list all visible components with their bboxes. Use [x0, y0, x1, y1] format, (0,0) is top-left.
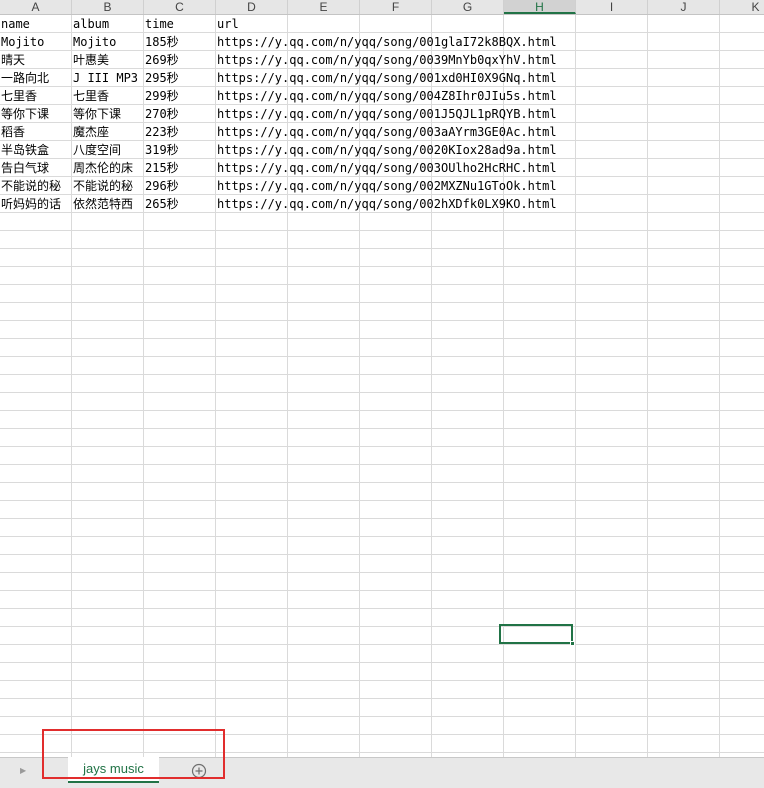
- cell-a2[interactable]: Mojito: [0, 33, 72, 51]
- cell-a10[interactable]: 不能说的秘: [0, 177, 72, 195]
- column-header-a[interactable]: A: [0, 0, 72, 14]
- column-header-h[interactable]: H: [504, 0, 576, 14]
- cell-b6[interactable]: 等你下课: [72, 105, 144, 123]
- column-header-c[interactable]: C: [144, 0, 216, 14]
- cell-c10[interactable]: 296秒: [144, 177, 216, 195]
- column-header-b[interactable]: B: [72, 0, 144, 14]
- cell-c11[interactable]: 265秒: [144, 195, 216, 213]
- column-header-k[interactable]: K: [720, 0, 764, 14]
- column-header-e[interactable]: E: [288, 0, 360, 14]
- cell-b4[interactable]: J III MP3: [72, 69, 144, 87]
- cell-d4[interactable]: https://y.qq.com/n/yqq/song/001xd0HI0X9G…: [216, 69, 557, 87]
- cell-a7[interactable]: 稻香: [0, 123, 72, 141]
- cell-b3[interactable]: 叶惠美: [72, 51, 144, 69]
- cell-c3[interactable]: 269秒: [144, 51, 216, 69]
- cell-b11[interactable]: 依然范特西: [72, 195, 144, 213]
- cell-a5[interactable]: 七里香: [0, 87, 72, 105]
- cell-b5[interactable]: 七里香: [72, 87, 144, 105]
- cell-b10[interactable]: 不能说的秘: [72, 177, 144, 195]
- cell-d3[interactable]: https://y.qq.com/n/yqq/song/0039MnYb0qxY…: [216, 51, 557, 69]
- cell-d7[interactable]: https://y.qq.com/n/yqq/song/003aAYrm3GE0…: [216, 123, 557, 141]
- cell-a8[interactable]: 半岛铁盒: [0, 141, 72, 159]
- cell-a3[interactable]: 晴天: [0, 51, 72, 69]
- cell-d2[interactable]: https://y.qq.com/n/yqq/song/001glaI72k8B…: [216, 33, 557, 51]
- cell-c9[interactable]: 215秒: [144, 159, 216, 177]
- cell-a4[interactable]: 一路向北: [0, 69, 72, 87]
- cell-b8[interactable]: 八度空间: [72, 141, 144, 159]
- fill-handle[interactable]: [570, 641, 575, 646]
- scroll-left-arrow-icon[interactable]: ▶: [20, 764, 30, 778]
- column-header-j[interactable]: J: [648, 0, 720, 14]
- cell-a9[interactable]: 告白气球: [0, 159, 72, 177]
- column-header-g[interactable]: G: [432, 0, 504, 14]
- cell-c2[interactable]: 185秒: [144, 33, 216, 51]
- cell-c5[interactable]: 299秒: [144, 87, 216, 105]
- active-cell-selection[interactable]: [499, 624, 573, 644]
- cell-c4[interactable]: 295秒: [144, 69, 216, 87]
- sheet-tab-label: jays music: [83, 761, 144, 776]
- cell-a11[interactable]: 听妈妈的话: [0, 195, 72, 213]
- spreadsheet-area: ABCDEFGHIJK name album time url Mojito Mojito…: [0, 0, 764, 757]
- cell-d5[interactable]: https://y.qq.com/n/yqq/song/004Z8Ihr0JIu…: [216, 87, 557, 105]
- cell-c7[interactable]: 223秒: [144, 123, 216, 141]
- cell-d11[interactable]: https://y.qq.com/n/yqq/song/002hXDfk0LX9…: [216, 195, 557, 213]
- column-header-i[interactable]: I: [576, 0, 648, 14]
- add-sheet-icon[interactable]: [191, 763, 207, 779]
- cell-c8[interactable]: 319秒: [144, 141, 216, 159]
- cell-b1[interactable]: album: [72, 15, 144, 33]
- cell-b7[interactable]: 魔杰座: [72, 123, 144, 141]
- cell-d9[interactable]: https://y.qq.com/n/yqq/song/003OUlho2HcR…: [216, 159, 557, 177]
- cell-d6[interactable]: https://y.qq.com/n/yqq/song/001J5QJL1pRQ…: [216, 105, 557, 123]
- cell-c6[interactable]: 270秒: [144, 105, 216, 123]
- cell-b9[interactable]: 周杰伦的床: [72, 159, 144, 177]
- cell-c1[interactable]: time: [144, 15, 216, 33]
- cell-d10[interactable]: https://y.qq.com/n/yqq/song/002MXZNu1GTo…: [216, 177, 557, 195]
- cell-d8[interactable]: https://y.qq.com/n/yqq/song/0020KIox28ad…: [216, 141, 557, 159]
- cell-a1[interactable]: name: [0, 15, 72, 33]
- column-header-bar: ABCDEFGHIJK: [0, 0, 764, 15]
- cell-a6[interactable]: 等你下课: [0, 105, 72, 123]
- cell-b2[interactable]: Mojito: [72, 33, 144, 51]
- cell-d1[interactable]: url: [216, 15, 239, 33]
- sheet-tab-bar: ▶ jays music: [0, 757, 764, 788]
- column-header-f[interactable]: F: [360, 0, 432, 14]
- sheet-tab-jays-music[interactable]: jays music: [68, 757, 159, 783]
- column-header-d[interactable]: D: [216, 0, 288, 14]
